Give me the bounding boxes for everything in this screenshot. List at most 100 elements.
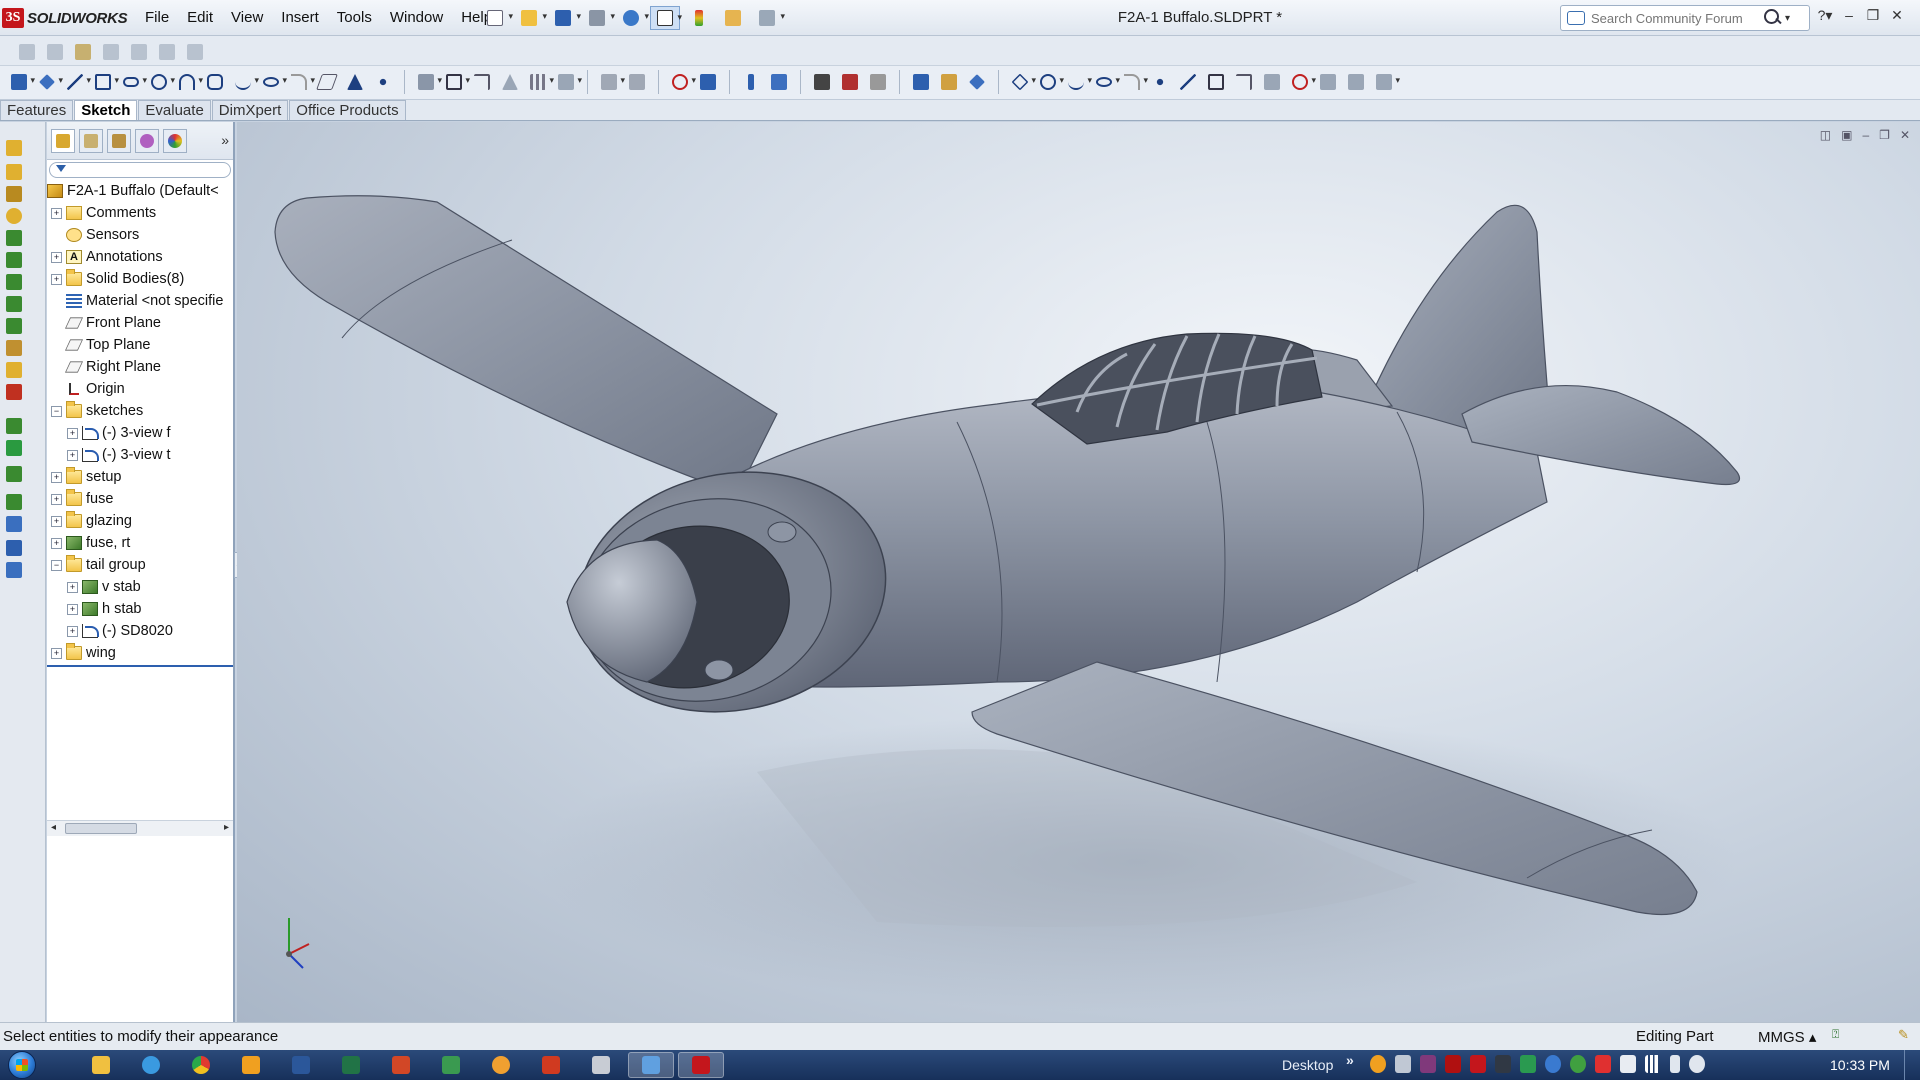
close-icon[interactable]: ✕ <box>1888 6 1906 24</box>
smart-dimension-button[interactable] <box>34 70 63 94</box>
slot-button[interactable] <box>118 70 147 94</box>
convert-entities-button[interactable] <box>441 70 470 94</box>
revolve-boss-icon[interactable] <box>6 164 22 180</box>
instant3d-button[interactable] <box>738 70 764 94</box>
tree-node[interactable]: + fuse, rt <box>47 532 233 554</box>
tree-node[interactable]: + Solid Bodies(8) <box>47 268 233 290</box>
offset-entities-button[interactable] <box>469 70 495 94</box>
sweep-cut-icon[interactable] <box>6 274 22 290</box>
move-entities-button[interactable] <box>553 70 582 94</box>
curves-icon[interactable] <box>6 516 22 532</box>
scroll-right-icon[interactable]: ▸ <box>224 822 229 833</box>
file-properties-button[interactable] <box>718 6 748 30</box>
tool-app[interactable] <box>578 1052 624 1078</box>
3d-offset-button[interactable] <box>1231 70 1257 94</box>
loft-cut-icon[interactable] <box>6 296 22 312</box>
rebuild-button[interactable] <box>684 6 714 30</box>
tray-flag-icon[interactable] <box>1620 1055 1636 1073</box>
3d-dimension-button[interactable] <box>964 70 990 94</box>
3d-relations-button[interactable] <box>1287 70 1316 94</box>
expand-icon[interactable]: + <box>67 603 78 615</box>
3d-spline-button[interactable] <box>1063 70 1092 94</box>
solidworks-app[interactable] <box>678 1052 724 1078</box>
line-button[interactable] <box>62 70 91 94</box>
toolbar-button[interactable] <box>42 40 68 64</box>
tray-display-icon[interactable] <box>1495 1055 1511 1073</box>
left-wing[interactable] <box>274 195 778 495</box>
tree-node[interactable]: + (-) 3-view t <box>47 444 233 466</box>
render-button[interactable] <box>837 70 863 94</box>
explorer-app[interactable] <box>78 1052 124 1078</box>
tree-node[interactable]: + fuse <box>47 488 233 510</box>
text-button[interactable] <box>342 70 368 94</box>
tray-bluetooth-icon[interactable] <box>1545 1055 1561 1073</box>
render-settings-button[interactable] <box>865 70 891 94</box>
tree-node[interactable]: Material <not specifie <box>47 290 233 312</box>
expand-icon[interactable]: + <box>67 581 78 593</box>
quick-snaps-button[interactable] <box>667 70 696 94</box>
open-button[interactable] <box>514 6 547 30</box>
tray-security-icon[interactable] <box>1520 1055 1536 1073</box>
ie-app[interactable] <box>128 1052 174 1078</box>
scroll-left-icon[interactable]: ◂ <box>51 822 56 833</box>
taskbar-clock[interactable]: 10:33 PM <box>1830 1057 1890 1073</box>
collapse-icon[interactable]: − <box>51 559 62 571</box>
search-input[interactable] <box>1591 10 1761 26</box>
revolve-cut-icon[interactable] <box>6 252 22 268</box>
office-app[interactable] <box>528 1052 574 1078</box>
feature-manager-tab[interactable] <box>51 128 75 153</box>
tree-root[interactable]: F2A-1 Buffalo (Default< <box>47 180 233 202</box>
expand-icon[interactable]: + <box>67 625 78 637</box>
tree-node[interactable]: + glazing <box>47 510 233 532</box>
instant3d-icon[interactable] <box>6 540 22 556</box>
mirror-feature-icon[interactable] <box>6 440 22 456</box>
chrome-app[interactable] <box>178 1052 224 1078</box>
search-community-forum[interactable]: ▾ <box>1560 5 1810 31</box>
tray-volume-icon[interactable] <box>1689 1055 1705 1073</box>
3d-pattern-button[interactable] <box>1371 70 1400 94</box>
screenshot-app[interactable] <box>628 1052 674 1078</box>
configuration-manager-tab[interactable] <box>107 128 131 153</box>
tree-filter[interactable] <box>49 162 231 178</box>
tray-network-icon[interactable] <box>1395 1055 1411 1073</box>
menu-insert[interactable]: Insert <box>272 4 328 32</box>
display-relations-button[interactable] <box>596 70 625 94</box>
print-button[interactable] <box>582 6 615 30</box>
sketch-picture-button[interactable] <box>766 70 792 94</box>
tray-updates-icon[interactable] <box>1370 1055 1386 1073</box>
tab-features[interactable]: Features <box>0 100 74 120</box>
search-icon[interactable] <box>1761 7 1783 29</box>
tree-node[interactable]: + (-) 3-view f <box>47 422 233 444</box>
expand-icon[interactable]: + <box>51 471 62 483</box>
expand-icon[interactable]: + <box>51 207 62 219</box>
media-app[interactable] <box>478 1052 524 1078</box>
toolbar-button[interactable] <box>14 40 40 64</box>
3d-mirror-button[interactable] <box>1259 70 1285 94</box>
fillet-button[interactable] <box>286 70 315 94</box>
linear-pattern-button[interactable] <box>525 70 554 94</box>
desktop-toolbar-label[interactable]: Desktop <box>1282 1057 1333 1073</box>
unit-system[interactable]: MMGS ▴ <box>1758 1028 1816 1046</box>
dimxpert-icon[interactable] <box>6 562 22 578</box>
menu-tools[interactable]: Tools <box>328 4 381 32</box>
extrude-cut-icon[interactable] <box>6 230 22 246</box>
tree-node[interactable]: − sketches <box>47 400 233 422</box>
spline-button[interactable] <box>230 70 259 94</box>
new-document-button[interactable] <box>480 6 513 30</box>
collapse-icon[interactable]: − <box>51 405 62 417</box>
tray-stop-icon[interactable] <box>1595 1055 1611 1073</box>
tree-node[interactable]: + A Annotations <box>47 246 233 268</box>
tab-dimxpert[interactable]: DimXpert <box>211 100 289 120</box>
solidworks-logo[interactable]: 3S SOLIDWORKS <box>2 7 128 29</box>
3d-ellipse-button[interactable] <box>1091 70 1120 94</box>
search-dropdown-icon[interactable]: ▾ <box>1785 13 1790 24</box>
airplane-model[interactable] <box>237 122 1920 1022</box>
loft-boss-icon[interactable] <box>6 208 22 224</box>
expand-icon[interactable]: + <box>51 647 62 659</box>
save-button[interactable] <box>548 6 581 30</box>
tray-solidworks-icon[interactable] <box>1470 1055 1486 1073</box>
repair-sketch-button[interactable] <box>624 70 650 94</box>
restore-icon[interactable]: ❐ <box>1864 6 1882 24</box>
tray-battery-icon[interactable] <box>1670 1055 1680 1073</box>
menu-view[interactable]: View <box>222 4 272 32</box>
